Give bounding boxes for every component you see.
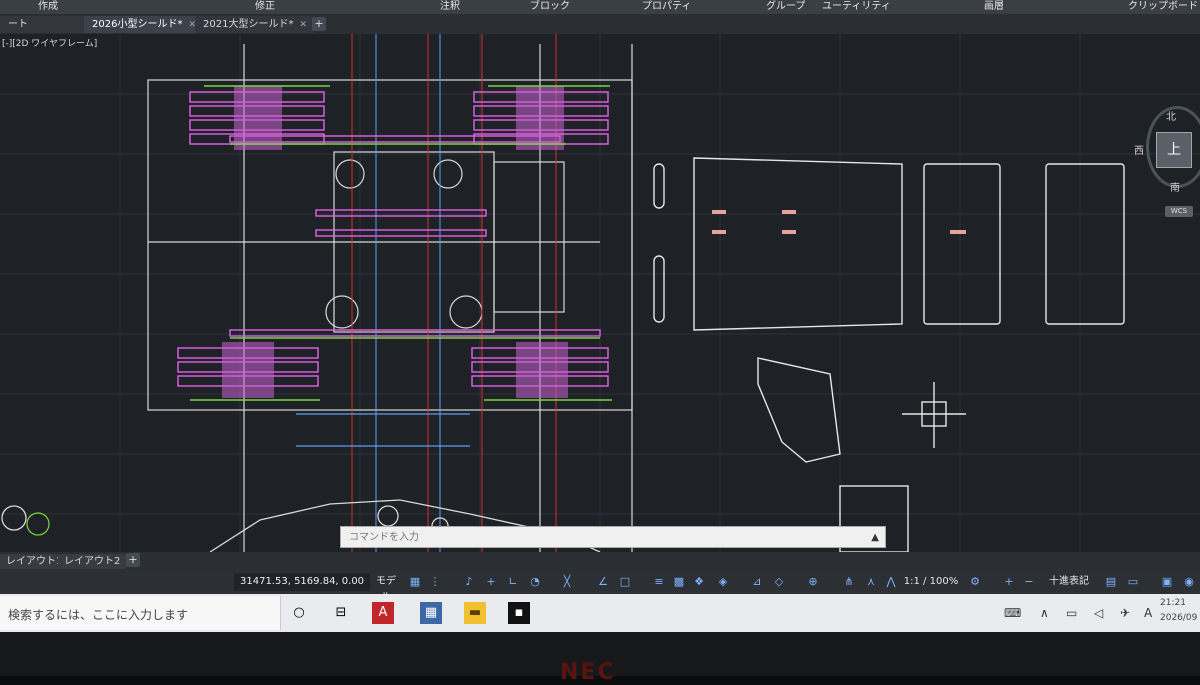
layout-tab-bar: レイアウト1 レイアウト2 + (0, 552, 1200, 570)
brand-logo: NEC (560, 660, 616, 685)
viewcube-top-face[interactable]: 上 (1156, 132, 1192, 168)
add-icon[interactable]: + (1002, 575, 1016, 589)
command-placeholder: コマンドを入力 (349, 532, 419, 543)
keyboard-icon[interactable]: ⌨ (1004, 606, 1021, 620)
gear-icon[interactable]: ⚙ (968, 575, 982, 589)
chevron-up-icon[interactable]: ▲ (871, 527, 879, 549)
command-input[interactable]: コマンドを入力 ▲ (340, 526, 886, 548)
ribbon-panel-bar: 作成 修正 注釈 ブロック プロパティ グループ ユーティリティ 画層 クリップ… (0, 0, 1200, 14)
tab-label: 2026小型シールド* (92, 19, 183, 30)
ribbon-block[interactable]: ブロック (530, 0, 570, 14)
selection-cycling-icon[interactable]: ❖ (692, 575, 706, 589)
app-window-icon[interactable]: ▪ (508, 602, 530, 624)
search-placeholder: 検索するには、ここに入力します (8, 608, 189, 622)
ribbon-create[interactable]: 作成 (38, 0, 58, 14)
file-explorer-icon[interactable]: ▬ (464, 602, 486, 624)
tab-2026-small-shield[interactable]: 2026小型シールド* ✕ (84, 16, 205, 33)
taskbar-search-input[interactable]: 検索するには、ここに入力します (0, 596, 281, 630)
minus-icon[interactable]: − (1022, 575, 1036, 589)
cad-drawing (0, 34, 1200, 552)
units-button[interactable]: 十進表記 (1040, 574, 1098, 590)
isodraft-icon[interactable]: ╳ (560, 575, 574, 589)
transparency-icon[interactable]: ▩ (672, 575, 686, 589)
volume-icon[interactable]: ◁ (1094, 606, 1103, 620)
tab-label: 2021大型シールド* (203, 19, 294, 30)
file-tab-bar: ート 2026小型シールド* ✕ 2021大型シールド* ✕ + (0, 14, 1200, 34)
annotation-scale-button[interactable]: 1:1 / 100% (902, 574, 960, 590)
clock-time: 21:21 (1160, 598, 1186, 608)
calculator-app-icon[interactable]: ▦ (420, 602, 442, 624)
autodesk-icon[interactable]: ◉ (1182, 575, 1196, 589)
autocad-app-icon[interactable]: A (372, 602, 394, 624)
annotation-visibility-icon[interactable]: ⋔ (842, 575, 856, 589)
close-icon[interactable]: ✕ (299, 20, 307, 30)
graphics-performance-icon[interactable]: ▭ (1126, 575, 1140, 589)
dynamic-input-icon[interactable]: + (484, 575, 498, 589)
status-bar: 31471.53, 5169.84, 0.00 モデル ▦ ⋮ ♪ + ∟ ◔ … (0, 570, 1200, 603)
viewcube-west[interactable]: 西 (1134, 142, 1144, 157)
windows-taskbar: 検索するには、ここに入力します ○ ⊟ A ▦ ▬ ▪ ⌨ ∧ ▭ ◁ ✈ A … (0, 594, 1200, 632)
clock-date: 2026/09 (1160, 613, 1198, 623)
polar-tracking-icon[interactable]: ◔ (528, 575, 542, 589)
drawing-canvas[interactable]: [-][2D ワイヤフレーム] 北 西 上 南 WCS コマンドを入力 ▲ (0, 34, 1200, 552)
tab-start[interactable]: ート (0, 16, 87, 33)
ribbon-properties[interactable]: プロパティ (642, 0, 691, 14)
viewcube-north[interactable]: 北 (1166, 108, 1176, 123)
tab-2021-large-shield[interactable]: 2021大型シールド* ✕ (195, 16, 316, 33)
grid-icon[interactable]: ▦ (408, 575, 422, 589)
ribbon-groups[interactable]: グループ (766, 0, 805, 14)
quick-properties-icon[interactable]: ▤ (1104, 575, 1118, 589)
chevron-up-icon[interactable]: ∧ (1040, 606, 1049, 620)
clean-screen-icon[interactable]: ▣ (1160, 575, 1174, 589)
gizmo-icon[interactable]: ⊕ (806, 575, 820, 589)
ortho-icon[interactable]: ∟ (506, 575, 520, 589)
ribbon-clipboard[interactable]: クリップボード (1128, 0, 1198, 14)
ribbon-modify[interactable]: 修正 (255, 0, 275, 14)
tab-layout2[interactable]: レイアウト2 (58, 554, 127, 569)
dynamic-ucs-icon[interactable]: ⊿ (750, 575, 764, 589)
object-snap-icon[interactable]: □ (618, 575, 632, 589)
infer-constraints-icon[interactable]: ♪ (462, 575, 476, 589)
selection-filter-icon[interactable]: ◇ (772, 575, 786, 589)
new-tab-button[interactable]: + (312, 17, 326, 31)
viewcube-south[interactable]: 南 (1170, 179, 1180, 194)
cortana-icon[interactable]: ○ (288, 602, 310, 624)
ribbon-layers[interactable]: 画層 (984, 0, 1004, 14)
model-space-button[interactable]: モデル (372, 574, 400, 603)
tab-label: ート (8, 19, 28, 30)
battery-icon[interactable]: ▭ (1066, 606, 1077, 620)
ime-indicator[interactable]: A (1144, 606, 1152, 620)
taskbar-clock[interactable]: 21:21 2026/09 (1160, 596, 1197, 626)
task-view-icon[interactable]: ⊟ (330, 602, 352, 624)
wcs-menu[interactable]: WCS (1165, 206, 1193, 217)
auto-scale-icon[interactable]: ⋏ (864, 575, 878, 589)
3d-osnap-icon[interactable]: ◈ (716, 575, 730, 589)
snap-icon[interactable]: ⋮ (428, 575, 442, 589)
ribbon-annotate[interactable]: 注釈 (440, 0, 460, 14)
lineweight-icon[interactable]: ≡ (652, 575, 666, 589)
new-layout-button[interactable]: + (126, 553, 140, 567)
coordinate-readout[interactable]: 31471.53, 5169.84, 0.00 (234, 573, 371, 591)
ribbon-utilities[interactable]: ユーティリティ (822, 0, 891, 14)
object-snap-tracking-icon[interactable]: ∠ (596, 575, 610, 589)
airplane-mode-icon[interactable]: ✈ (1120, 606, 1130, 620)
annotation-scale-icon[interactable]: ⋀ (884, 575, 898, 589)
